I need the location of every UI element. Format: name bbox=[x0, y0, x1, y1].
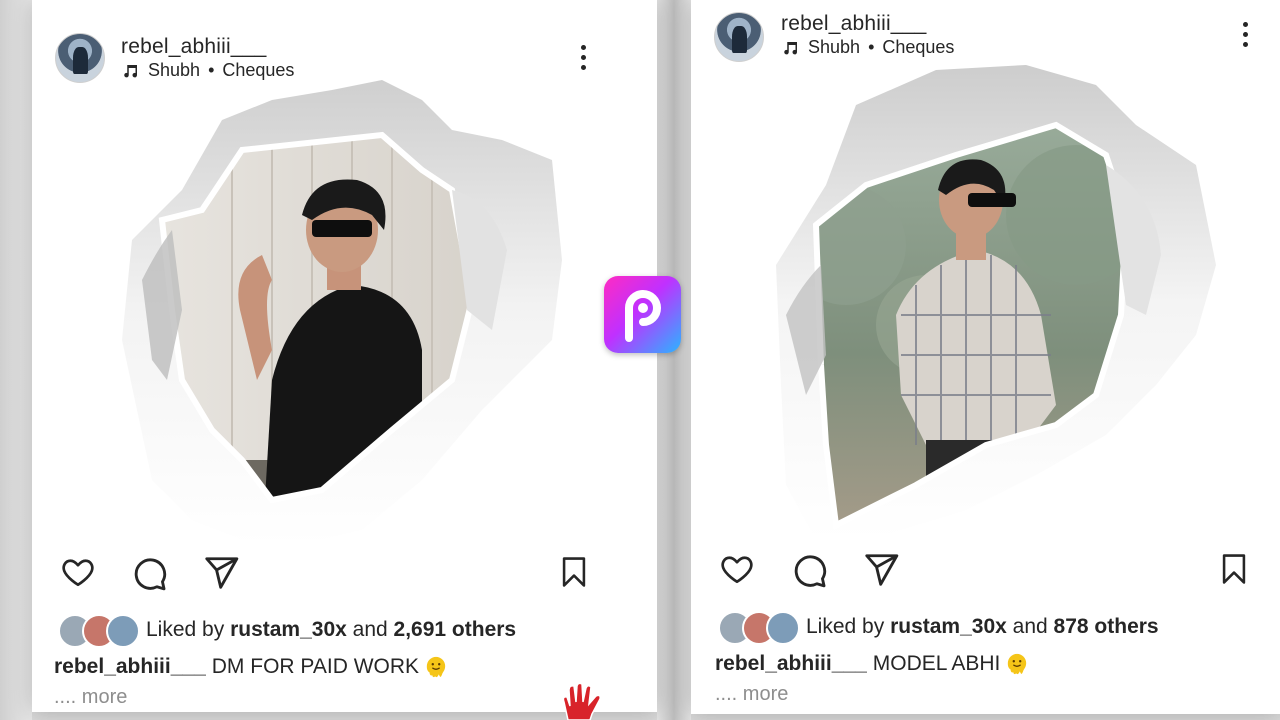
share-icon[interactable] bbox=[862, 551, 900, 589]
more-link[interactable]: .... more bbox=[54, 686, 127, 709]
post-card: rebel_abhiii___ Shubh • Cheques Liked by… bbox=[32, 0, 657, 712]
liked-prefix: Liked by bbox=[146, 618, 225, 641]
liked-and: and bbox=[1012, 615, 1048, 638]
picsart-logo-icon bbox=[604, 276, 681, 353]
bookmark-icon[interactable] bbox=[1217, 551, 1251, 587]
music-icon bbox=[124, 64, 138, 77]
audio-separator: • bbox=[868, 37, 875, 57]
more-vertical-icon[interactable] bbox=[1240, 22, 1250, 50]
hand-sticker-icon bbox=[562, 682, 601, 720]
share-icon[interactable] bbox=[202, 554, 240, 592]
post-photo bbox=[122, 80, 562, 550]
liked-prefix: Liked by bbox=[806, 615, 885, 638]
avatar[interactable] bbox=[55, 33, 105, 83]
likes-summary[interactable]: Liked by rustam_30x and 878 others bbox=[718, 611, 1159, 645]
heart-icon[interactable] bbox=[59, 554, 97, 590]
caption-text: MODEL ABHI bbox=[872, 652, 1001, 675]
liked-count[interactable]: 878 others bbox=[1054, 615, 1159, 639]
melting-face-icon bbox=[1008, 653, 1027, 675]
melting-face-icon bbox=[426, 656, 446, 678]
more-vertical-icon[interactable] bbox=[578, 45, 588, 73]
post-card: rebel_abhiii___ Shubh • Cheques Liked by… bbox=[691, 0, 1280, 714]
avatar[interactable] bbox=[714, 12, 764, 62]
more-link[interactable]: .... more bbox=[715, 683, 788, 706]
audio-artist: Shubh bbox=[148, 60, 201, 80]
post-actions bbox=[691, 545, 1280, 595]
audio-track: Cheques bbox=[882, 37, 955, 57]
post-audio[interactable]: Shubh • Cheques bbox=[122, 60, 294, 81]
liked-user[interactable]: rustam_30x bbox=[890, 615, 1007, 639]
comment-icon[interactable] bbox=[130, 554, 168, 592]
bookmark-icon[interactable] bbox=[557, 554, 591, 590]
post-username[interactable]: rebel_abhiii___ bbox=[121, 35, 266, 59]
liked-and: and bbox=[352, 618, 388, 641]
post-photo bbox=[776, 65, 1226, 545]
audio-separator: • bbox=[208, 60, 215, 80]
liked-count[interactable]: 2,691 others bbox=[394, 618, 517, 642]
music-icon bbox=[784, 41, 798, 54]
liked-avatars bbox=[718, 611, 800, 645]
post-audio[interactable]: Shubh • Cheques bbox=[782, 37, 954, 58]
caption-username[interactable]: rebel_abhiii___ bbox=[715, 652, 867, 676]
audio-artist: Shubh bbox=[808, 37, 861, 57]
caption-username[interactable]: rebel_abhiii___ bbox=[54, 655, 206, 679]
background-left-band bbox=[0, 0, 32, 720]
post-actions bbox=[32, 548, 657, 598]
comment-icon[interactable] bbox=[790, 551, 828, 589]
liked-avatars bbox=[58, 614, 140, 648]
likes-summary[interactable]: Liked by rustam_30x and 2,691 others bbox=[58, 614, 517, 648]
liked-user[interactable]: rustam_30x bbox=[230, 618, 347, 642]
background-center-band bbox=[657, 0, 691, 720]
post-caption: rebel_abhiii___ DM FOR PAID WORK bbox=[54, 655, 447, 679]
post-caption: rebel_abhiii___ MODEL ABHI bbox=[715, 652, 1028, 676]
caption-text: DM FOR PAID WORK bbox=[211, 655, 420, 678]
audio-track: Cheques bbox=[222, 60, 295, 80]
heart-icon[interactable] bbox=[718, 551, 756, 587]
post-username[interactable]: rebel_abhiii___ bbox=[781, 12, 926, 36]
